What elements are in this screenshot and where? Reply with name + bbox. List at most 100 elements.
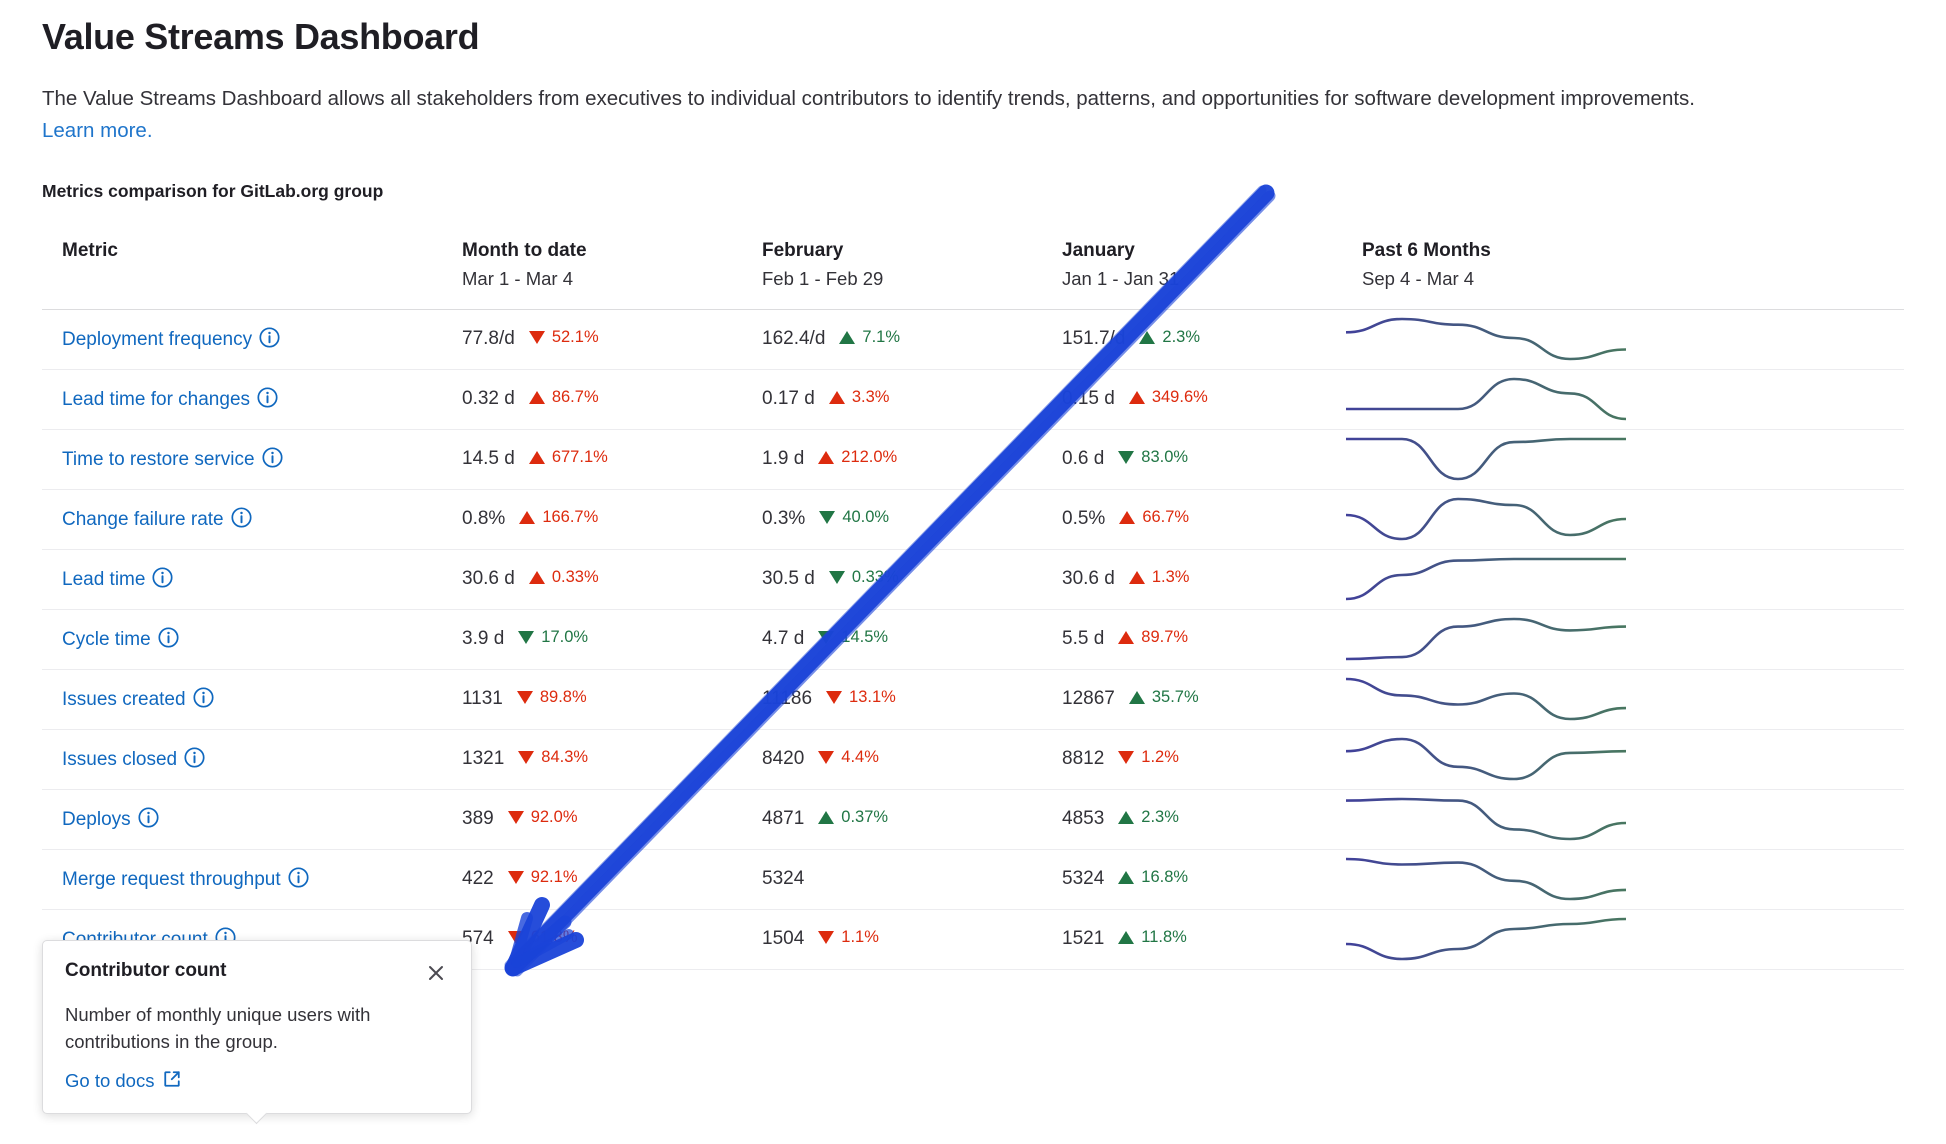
jan-change: 349.6% (1128, 388, 1208, 407)
metric-link[interactable]: Deployment frequency (62, 329, 252, 350)
info-icon[interactable] (193, 687, 214, 708)
sparkline-chart (1342, 556, 1904, 602)
mtd-value: 0.8% (462, 508, 506, 530)
column-header-january-sub: Jan 1 - Jan 31 (1062, 267, 1180, 289)
go-to-docs-link[interactable]: Go to docs (65, 1070, 181, 1093)
column-header-past-6-months-sub: Sep 4 - Mar 4 (1362, 267, 1475, 289)
jan-change: 16.8% (1118, 868, 1188, 887)
table-row: Deployment frequency 77.8/d 52.1% 162.4/d 7.… (42, 309, 1904, 370)
cell-jan: 1521 11.8% (1042, 909, 1342, 969)
column-header-month-to-date-title: Month to date (462, 240, 587, 262)
mtd-value: 77.8/d (462, 328, 515, 350)
info-icon[interactable] (158, 627, 179, 648)
mtd-value: 1321 (462, 748, 505, 770)
cell-metric: Lead time for changes (42, 369, 442, 429)
cell-mtd: 14.5 d 677.1% (442, 429, 742, 489)
sparkline-chart (1342, 376, 1904, 422)
table-row: Issues created 1131 89.8% 11186 13.1% 12867 35… (42, 669, 1904, 730)
cell-sparkline (1342, 369, 1904, 429)
arrow-up-icon (1128, 571, 1145, 585)
feb-change: 0.33% (828, 568, 899, 587)
column-header-metric-title: Metric (62, 240, 118, 262)
learn-more-link[interactable]: Learn more. (42, 119, 153, 142)
metrics-comparison-table: Metric Month to date Mar 1 - Mar 4 Febru… (42, 221, 1904, 970)
jan-value: 5324 (1062, 868, 1105, 890)
info-icon[interactable] (257, 387, 278, 408)
mtd-change: 92.1% (507, 868, 578, 887)
arrow-down-icon (507, 871, 524, 885)
value-streams-dashboard-page: Value Streams Dashboard The Value Stream… (0, 0, 1946, 1144)
metric-link[interactable]: Time to restore service (62, 449, 255, 470)
metric-link[interactable]: Change failure rate (62, 509, 224, 530)
info-icon[interactable] (288, 867, 309, 888)
arrow-down-icon (528, 331, 545, 345)
cell-mtd: 0.8% 166.7% (442, 489, 742, 549)
metric-link[interactable]: Merge request throughput (62, 869, 281, 890)
info-icon[interactable] (152, 567, 173, 588)
feb-change-value: 13.1% (849, 688, 896, 707)
feb-change: 4.4% (818, 748, 879, 767)
metric-link[interactable]: Issues closed (62, 749, 177, 770)
section-title: Metrics comparison for GitLab.org group (42, 181, 384, 202)
cell-jan: 5.5 d 89.7% (1042, 609, 1342, 669)
mtd-value: 14.5 d (462, 448, 515, 470)
feb-value: 162.4/d (762, 328, 826, 350)
cell-sparkline (1342, 729, 1904, 789)
jan-change: 2.3% (1118, 808, 1179, 827)
cell-sparkline (1342, 669, 1904, 729)
table-row: Change failure rate 0.8% 166.7% 0.3% 40.0% 0.… (42, 489, 1904, 550)
feb-change-value: 0.37% (841, 808, 889, 827)
jan-change-value: 2.3% (1162, 328, 1201, 347)
info-icon[interactable] (261, 447, 283, 468)
jan-value: 8812 (1062, 748, 1105, 770)
table-header: Metric Month to date Mar 1 - Mar 4 Febru… (42, 221, 1904, 310)
feb-change-value: 0.33% (851, 568, 899, 587)
mtd-change-value: 61.8% (530, 928, 578, 947)
arrow-up-icon (528, 451, 545, 465)
column-header-january-title: January (1062, 240, 1135, 262)
cell-mtd: 1321 84.3% (442, 729, 742, 789)
metric-link[interactable]: Lead time for changes (62, 389, 250, 410)
mtd-value: 0.32 d (462, 388, 515, 410)
mtd-change-value: 92.0% (530, 808, 578, 827)
info-icon[interactable] (231, 507, 252, 528)
mtd-change: 61.8% (507, 928, 578, 947)
arrow-up-icon (818, 451, 835, 465)
jan-value: 4853 (1062, 808, 1105, 830)
cell-sparkline (1342, 789, 1904, 849)
jan-value: 1521 (1062, 928, 1105, 950)
metric-link[interactable]: Issues created (62, 689, 186, 710)
info-icon[interactable] (259, 327, 280, 348)
metric-link[interactable]: Lead time (62, 569, 145, 590)
table-header-row: Metric Month to date Mar 1 - Mar 4 Febru… (42, 221, 1904, 310)
jan-change-value: 35.7% (1151, 688, 1199, 707)
jan-change: 66.7% (1119, 508, 1189, 527)
info-icon[interactable] (138, 807, 159, 828)
arrow-up-icon (1118, 931, 1135, 945)
jan-change-value: 2.3% (1141, 808, 1179, 827)
jan-change: 89.7% (1118, 628, 1188, 647)
arrow-up-icon (828, 391, 845, 405)
cell-sparkline (1342, 909, 1904, 969)
column-header-metric: Metric (42, 221, 442, 310)
cell-metric: Time to restore service (42, 429, 442, 489)
arrow-down-icon (518, 631, 535, 645)
arrow-up-icon (1118, 871, 1135, 885)
feb-value: 0.17 d (762, 388, 815, 410)
mtd-value: 3.9 d (462, 628, 505, 650)
arrow-up-icon (1128, 391, 1145, 405)
metric-link[interactable]: Cycle time (62, 629, 151, 650)
external-link-icon (154, 1070, 181, 1093)
feb-change-value: 3.3% (851, 388, 890, 407)
cell-metric: Lead time (42, 549, 442, 609)
cell-feb: 1504 1.1% (742, 909, 1042, 969)
cell-jan: 0.15 d 349.6% (1042, 369, 1342, 429)
cell-feb: 0.17 d 3.3% (742, 369, 1042, 429)
metric-link[interactable]: Deploys (62, 809, 131, 830)
info-icon[interactable] (184, 747, 205, 768)
sparkline-chart (1342, 616, 1904, 662)
close-icon[interactable] (423, 960, 449, 986)
feb-value: 11186 (762, 688, 813, 710)
page-description: The Value Streams Dashboard allows all s… (42, 83, 1904, 147)
arrow-up-icon (1128, 691, 1145, 705)
